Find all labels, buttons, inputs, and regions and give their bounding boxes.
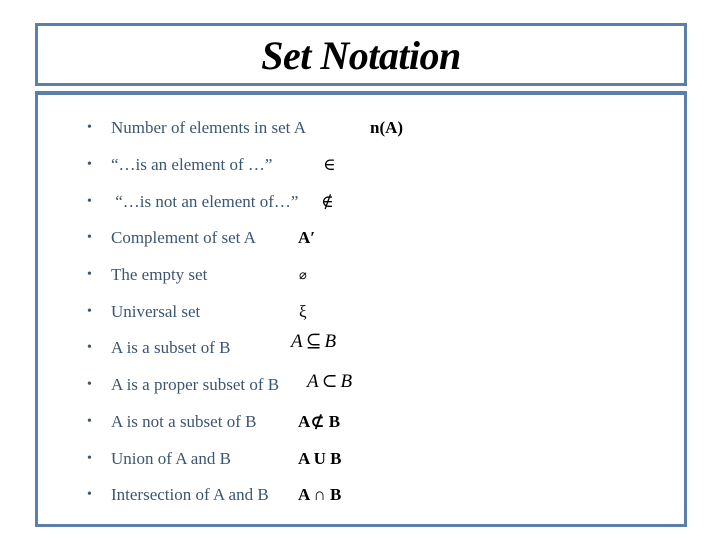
list-item-union: • Union of A and B A U B: [38, 447, 678, 471]
title-box: Set Notation: [35, 23, 687, 86]
set-b: B: [340, 371, 353, 392]
proper-subset-icon: ⊂: [321, 371, 338, 392]
list-item-proper-subset: • A is a proper subset of B A ⊂ B: [38, 370, 678, 397]
bullet: •: [87, 377, 92, 392]
bullet: •: [87, 157, 92, 172]
list-item-complement: • Complement of set A A′: [38, 226, 678, 250]
list-item-intersection: • Intersection of A and B A ∩ B: [38, 483, 678, 507]
item-label: Complement of set A: [111, 228, 256, 247]
bullet: •: [87, 340, 92, 355]
set-b: B: [324, 331, 337, 352]
bullet: •: [87, 414, 92, 429]
item-symbol: A U B: [298, 449, 342, 468]
item-symbol: n(A): [370, 118, 404, 137]
list-item-not-element-of: • “…is not an element of…” ∉: [38, 190, 678, 214]
item-label: “…is not an element of…”: [111, 192, 299, 211]
empty-set-icon: ⌀: [299, 267, 307, 282]
subset-icon: ⊆: [305, 331, 322, 352]
item-label: Universal set: [111, 302, 201, 321]
bullet: •: [87, 304, 92, 319]
universal-set-icon: ξ: [299, 302, 307, 321]
bullet: •: [87, 451, 92, 466]
content-box: • Number of elements in set A n(A) • “…i…: [35, 91, 687, 527]
element-of-icon: ∈: [323, 155, 336, 174]
item-symbol: A⊄ B: [298, 412, 341, 431]
bullet: •: [87, 194, 92, 209]
list-item-subset: • A is a subset of B A ⊆ B: [38, 331, 678, 360]
item-label: Union of A and B: [111, 449, 231, 468]
item-label: “…is an element of …”: [111, 155, 273, 174]
list-item-universal-set: • Universal set ξ: [38, 300, 678, 324]
page-title: Set Notation: [261, 33, 461, 78]
list-item-element-of: • “…is an element of …” ∈: [38, 153, 678, 177]
subset-expression: A ⊆ B: [291, 330, 336, 354]
item-symbol: A ∩ B: [298, 485, 342, 504]
item-label: Number of elements in set A: [111, 118, 306, 137]
bullet: •: [87, 120, 92, 135]
item-label: A is not a subset of B: [111, 412, 257, 431]
item-label: The empty set: [111, 265, 208, 284]
item-label: A is a subset of B: [111, 338, 231, 357]
set-a: A: [307, 371, 319, 392]
set-a: A: [291, 331, 303, 352]
bullet: •: [87, 487, 92, 502]
list-item-not-subset: • A is not a subset of B A⊄ B: [38, 410, 678, 434]
bullet: •: [87, 267, 92, 282]
item-symbol: A′: [298, 228, 316, 247]
list-item-number-of-elements: • Number of elements in set A n(A): [38, 116, 678, 140]
proper-subset-expression: A ⊂ B: [307, 370, 352, 394]
not-element-of-icon: ∉: [321, 192, 334, 211]
item-label: A is a proper subset of B: [111, 375, 280, 394]
list-item-empty-set: • The empty set ⌀: [38, 263, 678, 287]
item-label: Intersection of A and B: [111, 485, 269, 504]
bullet: •: [87, 230, 92, 245]
